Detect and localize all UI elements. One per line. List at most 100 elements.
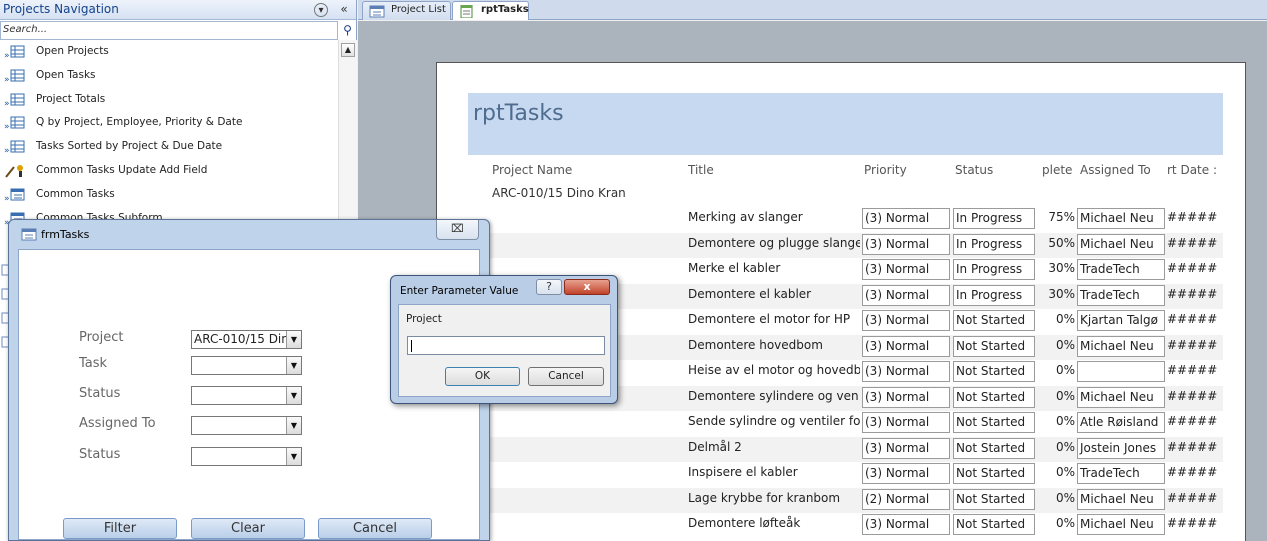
nav-header[interactable]: Projects Navigation ▾ « [0, 0, 356, 20]
query-icon: » [4, 139, 26, 156]
nav-item[interactable]: » Open Projects [0, 40, 336, 64]
column-header-assigned-to: Assigned To [1080, 163, 1151, 177]
nav-menu-chevron-down-icon[interactable]: ▾ [314, 3, 328, 17]
svg-text:»: » [4, 122, 10, 131]
update-query-icon [4, 163, 26, 179]
frmtasks-titlebar[interactable]: frmTasks ⌧ [9, 220, 489, 248]
parameter-input[interactable] [407, 336, 605, 355]
cell-status: Not Started [953, 463, 1035, 484]
cell-start-date: ##### [1167, 388, 1218, 403]
cell-assigned-to: Kjartan Talgø [1077, 310, 1165, 331]
cell-title: Demontere el motor for HP [688, 312, 851, 326]
cell-percent-complete: 30% [1048, 261, 1075, 275]
cell-priority: (3) Normal [862, 361, 950, 382]
cell-assigned-to: Michael Neu [1077, 386, 1165, 408]
nav-item[interactable]: » Q by Project, Employee, Priority & Date [0, 111, 336, 135]
nav-item[interactable]: » Open Tasks [0, 64, 336, 88]
cancel-button[interactable]: Cancel [318, 518, 432, 539]
cell-status: Not Started [953, 437, 1035, 459]
report-header-band [468, 93, 1223, 155]
query-icon: » [4, 92, 26, 109]
cell-status: Not Started [953, 386, 1035, 408]
svg-text:»: » [4, 99, 10, 108]
nav-item-label: Project Totals [36, 92, 106, 105]
cell-title: Demontere sylindere og ven [688, 388, 859, 403]
task-combo[interactable]: ▼ [191, 356, 302, 375]
status-combo[interactable]: ▼ [191, 386, 302, 405]
cell-status: In Progress [953, 259, 1035, 280]
report-title: rptTasks [473, 101, 564, 126]
enter-parameter-dialog: Enter Parameter Value ? x Project OK Can… [390, 275, 618, 404]
cell-priority: (3) Normal [862, 386, 950, 408]
assigned-to-label: Assigned To [79, 416, 156, 431]
cell-assigned-to [1077, 361, 1165, 382]
frmtasks-title: frmTasks [41, 228, 90, 241]
nav-item[interactable]: » Tasks Sorted by Project & Due Date [0, 135, 336, 159]
status-label: Status [79, 386, 121, 401]
help-icon[interactable]: ? [536, 279, 562, 295]
form-icon [21, 228, 37, 241]
tab-rpttasks[interactable]: rptTasks [452, 1, 529, 20]
cell-start-date: ##### [1167, 312, 1218, 326]
chevron-down-icon[interactable]: ▼ [286, 331, 301, 348]
chevron-down-icon[interactable]: ▼ [286, 417, 301, 434]
cell-assigned-to: Michael Neu [1077, 208, 1165, 229]
cell-percent-complete: 0% [1055, 465, 1075, 479]
cell-priority: (3) Normal [862, 284, 950, 306]
form-icon: » [4, 187, 26, 204]
svg-text:»: » [4, 146, 10, 155]
chevron-down-icon[interactable]: ▼ [286, 448, 301, 465]
scroll-up-icon[interactable]: ▲ [341, 43, 355, 57]
cell-title: Merking av slanger [688, 210, 803, 224]
cell-start-date: ##### [1167, 439, 1218, 454]
nav-item-label: Tasks Sorted by Project & Due Date [36, 140, 223, 153]
column-header-project-name: Project Name [492, 163, 573, 177]
task-label: Task [79, 356, 108, 371]
chevron-down-icon[interactable]: ▼ [286, 357, 301, 374]
nav-item[interactable]: » Project Totals [0, 88, 336, 112]
cell-priority: (3) Normal [862, 463, 950, 484]
close-icon[interactable]: ⌧ [436, 220, 479, 240]
text-caret [411, 340, 412, 352]
status-combo-2[interactable]: ▼ [191, 447, 302, 466]
cell-percent-complete: 0% [1055, 363, 1075, 377]
svg-text:»: » [4, 194, 10, 203]
cell-title: Demontere og plugge slange [688, 235, 860, 250]
cell-priority: (3) Normal [862, 233, 950, 255]
cell-percent-complete: 0% [1055, 414, 1075, 428]
nav-search-input[interactable]: Search... [0, 21, 338, 40]
nav-item[interactable]: Common Tasks Update Add Field [0, 159, 336, 183]
cell-title: Lage krybbe for kranbom [688, 490, 841, 505]
cell-status: In Progress [953, 284, 1035, 306]
cell-start-date: ##### [1167, 363, 1218, 377]
search-icon[interactable]: ⚲ [338, 21, 357, 40]
cell-status: In Progress [953, 208, 1035, 229]
cell-title: Sende sylindre og ventiler fo [688, 414, 860, 428]
cell-assigned-to: TradeTech [1077, 284, 1165, 306]
assigned-to-combo[interactable]: ▼ [191, 416, 302, 435]
shutter-collapse-icon[interactable]: « [337, 3, 351, 17]
cell-priority: (2) Normal [862, 488, 950, 510]
filter-button[interactable]: Filter [63, 518, 177, 539]
nav-item[interactable]: » Common Tasks [0, 183, 336, 207]
column-header-start-date: rt Date : [1167, 163, 1217, 177]
tab-label: Project List [391, 4, 446, 15]
cell-assigned-to: Michael Neu [1077, 514, 1165, 535]
cell-status: Not Started [953, 310, 1035, 331]
close-icon[interactable]: x [564, 279, 610, 295]
column-header-complete: plete [1042, 163, 1073, 177]
cancel-button[interactable]: Cancel [528, 367, 604, 386]
cell-status: Not Started [953, 335, 1035, 357]
tab-project-list[interactable]: Project List [362, 1, 451, 20]
parameter-dialog-title: Enter Parameter Value [400, 285, 519, 297]
ok-button[interactable]: OK [445, 367, 520, 386]
cell-assigned-to: TradeTech [1077, 259, 1165, 280]
status-label-2: Status [79, 447, 121, 462]
project-combo[interactable]: ARC-010/15 Dino Kran▼ [191, 330, 302, 349]
cell-start-date: ##### [1167, 414, 1218, 428]
chevron-down-icon[interactable]: ▼ [286, 387, 301, 404]
nav-item-label: Open Projects [36, 45, 109, 57]
clear-button[interactable]: Clear [191, 518, 305, 539]
nav-item-label: Common Tasks Update Add Field [36, 164, 208, 176]
svg-text:»: » [4, 75, 10, 84]
